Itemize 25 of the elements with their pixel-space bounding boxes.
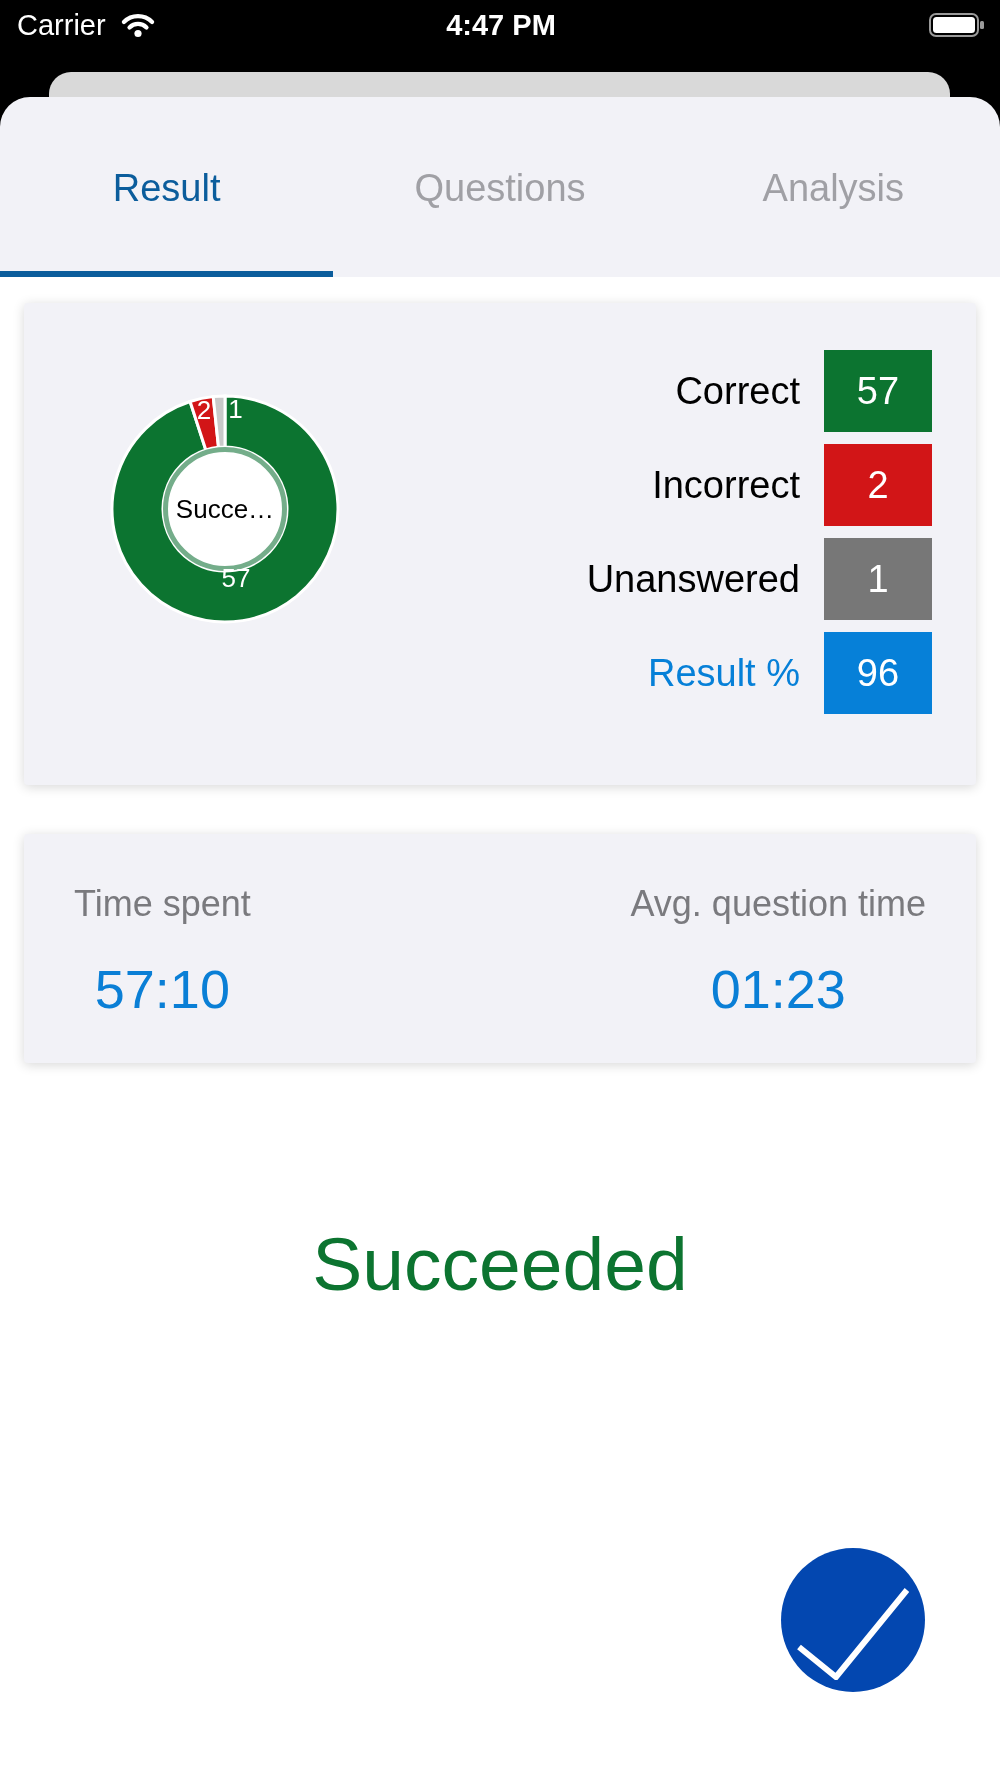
tab[interactable]: Questions xyxy=(333,97,667,277)
stat-value: 96 xyxy=(824,632,932,714)
slice-label: 1 xyxy=(228,393,243,424)
stat-label: Unanswered xyxy=(586,557,800,602)
stat-value: 57 xyxy=(824,350,932,432)
timing-value: 57:10 xyxy=(94,958,230,1021)
slice-label: 2 xyxy=(196,395,212,426)
slice-label: 57 xyxy=(221,563,251,594)
tab[interactable]: Result xyxy=(0,97,334,277)
timing-label: Time spent xyxy=(74,882,251,925)
result-status: Succeeded xyxy=(312,1221,688,1308)
stat-label: Incorrect xyxy=(652,463,800,508)
center-label: Succe… xyxy=(175,494,275,524)
stat-label: Correct xyxy=(675,369,800,414)
wifi-icon xyxy=(119,12,156,38)
carrier-name: Carrier xyxy=(17,8,106,42)
stat-label: Result % xyxy=(647,651,800,696)
battery-icon xyxy=(929,13,985,37)
check-icon xyxy=(797,1587,909,1680)
timing-value: 01:23 xyxy=(710,958,846,1021)
stat-value: 1 xyxy=(824,538,932,620)
timing-label: Avg. question time xyxy=(630,882,926,925)
tab[interactable]: Analysis xyxy=(666,97,1000,277)
stat-value: 2 xyxy=(824,444,932,526)
clock-time: 4:47 PM xyxy=(446,8,556,42)
